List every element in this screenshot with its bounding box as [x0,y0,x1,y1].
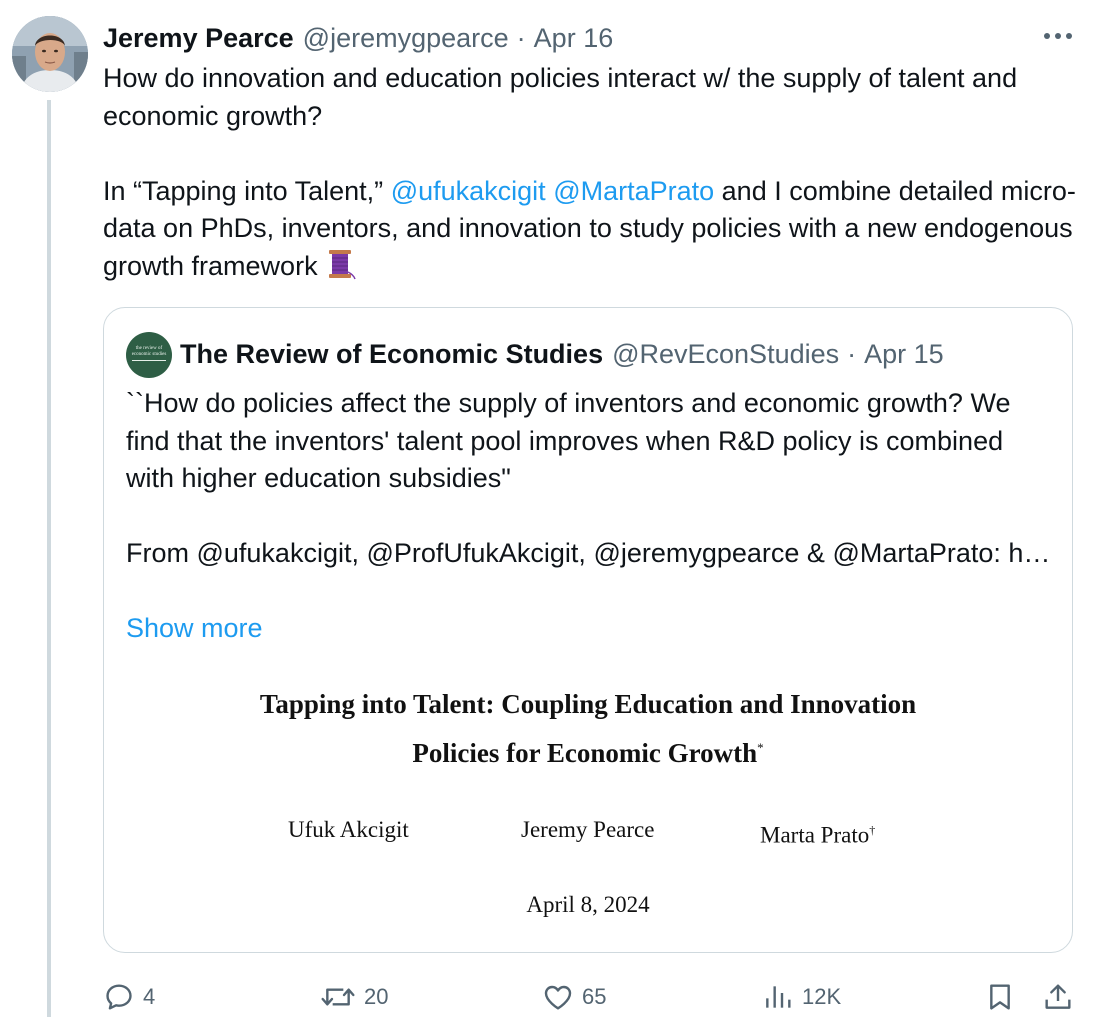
paper-title-line-1: Tapping into Talent: Coupling Education … [259,689,917,719]
tweet-text: How do innovation and education policies… [103,60,1083,290]
author-avatar[interactable] [12,16,88,92]
tweet-text-prefix: In “Tapping into Talent,” [103,175,391,206]
reply-button[interactable]: 4 [103,975,155,1019]
quote-paragraph-1: ``How do policies affect the supply of i… [126,388,1011,493]
avatar-photo [12,16,88,92]
quote-avatar-rule [132,360,166,361]
paper-author-3-footnote-mark: † [869,823,876,837]
author-name[interactable]: Jeremy Pearce [103,21,294,55]
paper-date: April 8, 2024 [526,892,650,917]
bookmark-icon [990,984,1010,1010]
more-horizontal-icon [1044,33,1072,39]
mention-ufukakcigit[interactable]: @ufukakcigit [391,176,546,206]
header-separator: · [516,23,526,53]
more-options-button[interactable] [1038,22,1078,50]
quote-author-name[interactable]: The Review of Economic Studies [180,337,603,371]
like-button[interactable]: 65 [542,975,606,1019]
quote-avatar-text-2: economic studies [131,352,167,357]
paper-author-1: Ufuk Akcigit [288,817,409,842]
like-count: 65 [582,984,607,1009]
quote-paragraph-2: From @ufukakcigit, @ProfUfukAkcigit, @je… [126,538,1056,568]
views-button[interactable]: 12K [762,975,841,1019]
tweet-date[interactable]: Apr 16 [534,21,614,55]
quote-author-handle[interactable]: @RevEconStudies [612,337,839,371]
reply-count: 4 [143,984,156,1009]
quote-author-avatar[interactable]: the review of economic studies [126,332,172,378]
quote-header: The Review of Economic Studies @RevEconS… [180,337,944,371]
tweet-header: Jeremy Pearce @jeremygpearce · Apr 16 [103,21,613,55]
paper-author-2: Jeremy Pearce [521,817,655,842]
repost-icon [321,988,355,1006]
quote-text: ``How do policies affect the supply of i… [126,385,1056,648]
bookmark-button[interactable] [984,975,1016,1019]
views-icon [766,986,791,1008]
share-icon [1045,984,1071,1009]
paper-title-line-2-text: Policies for Economic Growth [412,738,758,768]
quote-date[interactable]: Apr 15 [864,337,944,371]
spool-of-thread-emoji-icon [326,248,356,291]
paper-title-line-2: Policies for Economic Growth* [104,726,1072,775]
tweet-action-bar: 4 20 65 12K [0,975,1098,1019]
reply-icon [106,984,132,1010]
thread-connector-line [47,100,51,1017]
tweet-paragraph-2: In “Tapping into Talent,” @ufukakcigit @… [103,173,1083,291]
repost-count: 20 [364,984,389,1009]
paper-title-footnote-mark: * [757,740,764,755]
like-icon [544,985,572,1010]
show-more-link[interactable]: Show more [126,610,1056,648]
quoted-tweet-card[interactable]: the review of economic studies The Revie… [103,307,1073,953]
author-handle[interactable]: @jeremygpearce [303,21,509,55]
views-count: 12K [802,984,842,1009]
quote-attached-image[interactable]: Tapping into Talent: Coupling Education … [104,668,1072,952]
share-button[interactable] [1042,975,1074,1019]
paper-author-3: Marta Prato† [760,815,875,851]
repost-button[interactable]: 20 [320,975,388,1019]
paper-author-3-name: Marta Prato [760,822,870,848]
quote-header-separator: · [847,339,857,369]
paper-title: Tapping into Talent: Coupling Education … [104,682,1072,775]
mention-martaprato[interactable]: @MartaPrato [553,176,714,206]
tweet-paragraph-1: How do innovation and education policies… [103,63,1018,131]
